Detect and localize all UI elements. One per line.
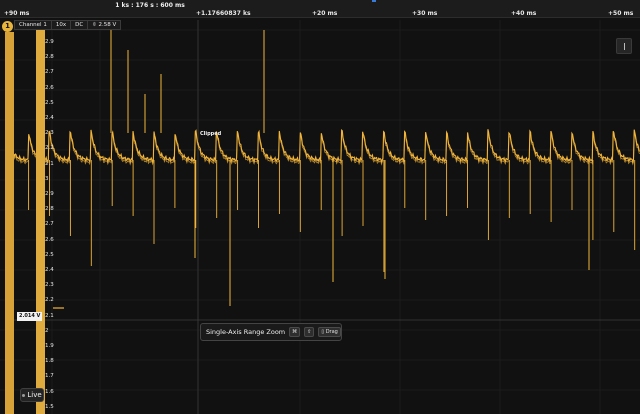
time-tick-label: +40 ms <box>511 10 537 17</box>
cursor-toggle-button[interactable] <box>616 38 632 54</box>
waveform-canvas[interactable] <box>0 20 640 414</box>
y-axis-label: 3 <box>45 175 49 182</box>
y-axis-label: 2.4 <box>45 115 54 121</box>
probe-attenuation[interactable]: 10x <box>52 21 72 29</box>
y-axis-label: 2.2 <box>45 297 54 304</box>
time-tick-label: +50 ms <box>608 10 634 17</box>
time-ruler[interactable]: 1 ks : 176 s : 600 ms +90 ms +1.17660837… <box>0 0 640 18</box>
y-axis-label: 2.9 <box>45 191 54 197</box>
vertical-scale-bar[interactable] <box>36 30 45 414</box>
zoom-hint-tooltip: Single-Axis Range Zoom ⌘ ⇧ ▯ Drag <box>200 323 342 341</box>
y-axis-label: 2.8 <box>45 54 54 61</box>
channel-name: Channel 1 <box>15 21 52 29</box>
live-indicator-icon <box>22 393 26 397</box>
y-axis-label: 2.6 <box>45 84 54 91</box>
y-axis-label: 2.3 <box>45 130 54 137</box>
waveform-trace <box>13 129 640 164</box>
y-axis-label: 1.8 <box>45 358 54 365</box>
y-axis-label: 2.4 <box>45 267 54 273</box>
cursor-marker[interactable] <box>372 0 376 2</box>
y-axis-label: 2.6 <box>45 236 54 243</box>
y-axis-label: 2.3 <box>45 282 54 289</box>
live-label: Live <box>27 391 42 399</box>
y-axis-label: 2.1 <box>45 312 54 319</box>
channel-header[interactable]: Channel 1 10x DC ⇳ 2.58 V <box>14 20 122 30</box>
y-axis-label: 2.7 <box>45 221 54 228</box>
tooltip-title: Single-Axis Range Zoom <box>206 328 286 336</box>
y-axis-label: 2.8 <box>45 206 54 213</box>
y-axis-label: 2 <box>45 327 49 334</box>
mouse-icon: ▯ Drag <box>318 327 341 337</box>
y-axis-label: 1.7 <box>45 373 54 380</box>
time-tick-label: +1.17660837 ks <box>196 10 251 17</box>
time-tick-label: +20 ms <box>312 10 338 17</box>
coupling-mode[interactable]: DC <box>71 21 89 29</box>
vertical-scale[interactable]: ⇳ 2.58 V <box>88 21 120 29</box>
y-axis-label: 2.2 <box>45 145 54 152</box>
trigger-level-label[interactable]: 2.014 V <box>17 312 43 321</box>
scale-icon: ⇳ <box>92 22 97 28</box>
y-axis-label: 2.1 <box>45 160 54 167</box>
y-axis-label: 2.9 <box>45 39 54 45</box>
time-span-label: 1 ks : 176 s : 600 ms <box>115 2 185 9</box>
clipped-annotation: Clipped <box>200 131 222 137</box>
y-axis-label: 1.6 <box>45 388 54 395</box>
y-axis-label: 1.9 <box>45 343 54 349</box>
shift-icon: ⇧ <box>304 327 315 337</box>
channel-strip[interactable] <box>5 32 14 414</box>
channel-number-badge[interactable]: 1 <box>2 21 13 32</box>
time-tick-label: +90 ms <box>4 10 30 17</box>
y-axis-label: 2.5 <box>45 251 54 258</box>
time-tick-label: +30 ms <box>412 10 438 17</box>
command-icon: ⌘ <box>289 327 301 337</box>
y-axis-label: 2.5 <box>45 99 54 106</box>
y-axis-label: 1.5 <box>45 403 54 410</box>
waveform-display[interactable] <box>0 20 640 414</box>
y-axis-label: 2.7 <box>45 69 54 76</box>
live-button[interactable]: Live <box>20 388 44 402</box>
